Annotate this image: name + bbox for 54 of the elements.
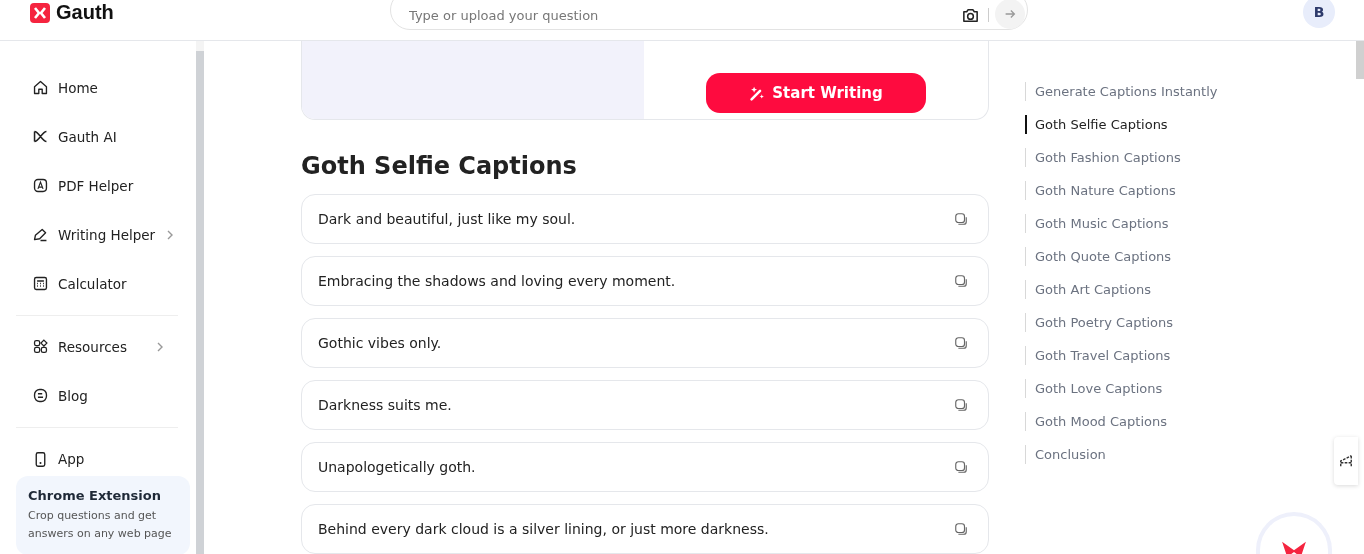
start-writing-button[interactable]: Start Writing [706, 73, 926, 113]
chevron-icon [156, 341, 164, 352]
toc-link[interactable]: Goth Music Captions [1025, 214, 1218, 233]
blog-icon [32, 387, 49, 404]
logo-icon [30, 2, 50, 23]
sidebar-item[interactable]: Writing Helper [16, 210, 178, 259]
caption-text: Unapologetically goth. [318, 459, 477, 475]
pdf-icon [32, 177, 49, 194]
toc-link[interactable]: Goth Quote Captions [1025, 247, 1218, 266]
caption-text: Gothic vibes only. [318, 335, 443, 351]
home-icon [32, 79, 49, 96]
copy-icon[interactable] [954, 336, 968, 350]
promo-card[interactable]: Chrome Extension Crop questions and get answers on any web page [16, 476, 190, 554]
sidebar-item[interactable]: Blog [16, 371, 178, 420]
side-tab[interactable] [1334, 437, 1358, 485]
scrollbar-thumb[interactable] [196, 51, 204, 554]
toc-link[interactable]: Goth Travel Captions [1025, 346, 1218, 365]
copy-icon[interactable] [954, 522, 968, 536]
scrollbar-thumb[interactable] [1356, 41, 1364, 79]
copy-icon[interactable] [954, 212, 968, 226]
promo-title: Chrome Extension [28, 488, 162, 503]
toc-link[interactable]: Goth Selfie Captions [1025, 115, 1218, 134]
caption-text: Dark and beautiful, just like my soul. [318, 211, 577, 227]
toc-link[interactable]: Goth Mood Captions [1025, 412, 1218, 431]
pen-icon [32, 226, 49, 243]
chevron-icon [166, 229, 175, 240]
sidebar-item[interactable]: Calculator [16, 259, 178, 308]
caption-text: Behind every dark cloud is a silver lining, or just more darkness. [318, 521, 770, 537]
toc-link[interactable]: Goth Love Captions [1025, 379, 1218, 398]
grid-icon [32, 338, 49, 355]
search-field[interactable]: Type or upload your question [407, 6, 961, 24]
caption-text: Embracing the shadows and loving every moment. [318, 273, 677, 289]
toc-link[interactable]: Generate Captions Instantly [1025, 82, 1218, 101]
caption-text: Darkness suits me. [318, 397, 453, 413]
copy-icon[interactable] [954, 274, 968, 288]
copy-icon[interactable] [954, 398, 968, 412]
toc-link[interactable]: Goth Poetry Captions [1025, 313, 1218, 332]
calculator-icon [32, 275, 49, 292]
user-avatar[interactable]: B [1303, 0, 1335, 28]
toc-link[interactable]: Goth Art Captions [1025, 280, 1218, 299]
toc-link[interactable]: Goth Fashion Captions [1025, 148, 1218, 167]
copy-icon[interactable] [954, 460, 968, 474]
sidebar-item[interactable]: PDF Helper [16, 161, 178, 210]
section-heading: Goth Selfie Captions [301, 151, 578, 182]
sidebar-item[interactable]: Gauth AI [16, 112, 178, 161]
toc-link[interactable]: Conclusion [1025, 445, 1218, 464]
sidebar-item[interactable]: App [16, 444, 178, 474]
arrow-icon [1003, 7, 1017, 21]
ai-icon [32, 128, 49, 145]
toc-link[interactable]: Goth Nature Captions [1025, 181, 1218, 200]
sidebar-item[interactable]: Home [16, 63, 178, 112]
sidebar-item[interactable]: Resources [16, 322, 178, 371]
promo-text: Crop questions and get answers on any web page [28, 508, 173, 542]
brand-name[interactable]: Gauth [56, 1, 114, 24]
